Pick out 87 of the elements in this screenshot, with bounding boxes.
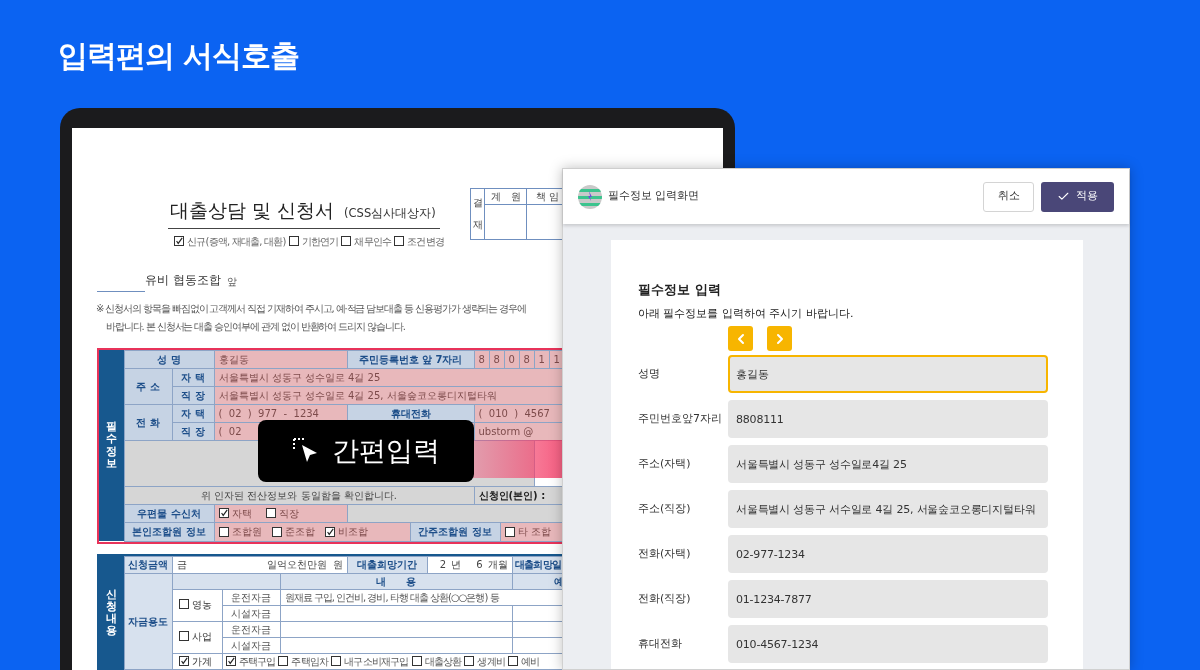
checkbox[interactable] — [394, 236, 405, 246]
checkbox-label: 생계비 — [477, 654, 505, 669]
checkbox[interactable] — [178, 631, 189, 642]
checkbox[interactable] — [218, 508, 229, 518]
input-field[interactable]: 010-4567-1234 — [728, 625, 1048, 663]
amount-value: 일억오천만원 — [266, 558, 327, 572]
input-field[interactable]: 서울특별시 성동구 서수일로 4길 25, 서울숲코오롱디지털타워 — [728, 490, 1048, 528]
row-header: 전 화 — [124, 404, 172, 440]
years-value: 2 — [439, 558, 447, 572]
checkbox-label: 주택임차 — [291, 654, 329, 669]
checkbox-label: 기한연기 — [301, 234, 339, 249]
notice-text: ※ 신청서의 항목을 빠짐없이 고객께서 직접 기재하여 주시고, 예·적금 담보대출 등 신용평가가 생략되는 경우에 — [96, 301, 528, 316]
checkbox-label: 신규(증액, 재대출, 대환) — [187, 234, 286, 249]
checkbox-label: 주택구입 — [238, 654, 276, 669]
field-label: 주소(자택) — [638, 455, 692, 472]
instruction-text: 아래 필수정보를 입력하여 주시기 바랍니다. — [638, 305, 855, 322]
column-header: 계 원 — [485, 189, 526, 205]
input-field[interactable]: 홍길동 — [728, 355, 1048, 393]
checkbox-label: 영농 — [191, 597, 212, 612]
column-header: 주민등록번호 앞 7자리 — [347, 350, 474, 368]
check-icon — [1057, 190, 1070, 203]
checkbox[interactable] — [174, 236, 184, 246]
checkbox[interactable] — [341, 236, 352, 246]
checkbox-label: 대출상환 — [424, 654, 462, 669]
checkbox[interactable] — [504, 526, 515, 537]
checkbox-label: 직장 — [278, 506, 299, 521]
checkbox-label: 내구소비재구입 — [344, 654, 409, 669]
row-header: 자금용도 — [124, 573, 172, 670]
input-field[interactable]: 8808111 — [728, 400, 1048, 438]
form-heading: 필수정보 입력 — [638, 281, 722, 299]
checkbox[interactable] — [218, 526, 229, 537]
checkbox[interactable] — [507, 656, 518, 667]
checkbox[interactable] — [278, 656, 289, 667]
approval-label: 결재 — [471, 189, 485, 239]
row-header: 신청금액 — [124, 556, 172, 573]
checkbox[interactable] — [178, 599, 189, 610]
checkbox[interactable] — [271, 526, 282, 537]
unit-label: 원 — [332, 558, 343, 572]
field-label: 주민번호앞7자리 — [638, 410, 723, 427]
checkbox-label: 조합원 — [231, 525, 262, 539]
unit-label: 개월 — [487, 558, 508, 572]
checkbox-label: 예비 — [520, 654, 540, 669]
checkbox[interactable] — [324, 526, 335, 537]
checkbox[interactable] — [464, 656, 475, 667]
document-subtitle: (CSS심사대상자) — [344, 205, 436, 223]
checkbox-label: 사업 — [191, 629, 212, 644]
addressee-suffix: 앞 — [226, 274, 237, 289]
checkbox[interactable] — [265, 508, 276, 518]
field-label: 성명 — [638, 365, 661, 382]
row-header: 주 소 — [124, 368, 172, 404]
checkbox[interactable] — [411, 656, 422, 667]
column-header: 대출희망일 — [512, 556, 562, 573]
field-label: 주소(직장) — [638, 500, 692, 517]
addressee-text: 유비 협동조합 — [145, 271, 221, 289]
field-label: 전화(직장) — [638, 590, 692, 607]
document-title: 대출상담 및 신청서 — [170, 198, 335, 223]
dialog-title: 필수정보 입력화면 — [608, 188, 700, 205]
unit-label: 년 — [451, 558, 462, 572]
field-label: 전화(자택) — [638, 545, 692, 562]
checkbox-label: 타 조합 — [517, 525, 551, 539]
section-label: 신청내용 — [99, 556, 124, 670]
checkbox-label: 준조합 — [284, 525, 315, 539]
checkbox-label: 조건변경 — [407, 234, 444, 249]
months-value: 6 — [476, 558, 483, 572]
table-cell: 홍길동 — [214, 350, 347, 368]
field-label: 휴대전화 — [638, 635, 683, 652]
app-logo-icon — [578, 184, 602, 209]
checkbox[interactable] — [288, 236, 299, 246]
checkbox-label: 자택 — [231, 506, 252, 521]
checkbox-label: 채무인수 — [354, 234, 392, 249]
column-header: 대출희망기간 — [347, 556, 428, 573]
checkbox[interactable] — [331, 656, 342, 667]
checkbox-label: 가계 — [191, 654, 212, 669]
table-cell: 신청인(본인) : — [474, 486, 562, 504]
checkbox-label: 비조합 — [337, 525, 368, 539]
section-label: 필수정보 — [99, 350, 124, 541]
input-field[interactable]: 서울특별시 성동구 성수일로4길 25 — [728, 445, 1048, 483]
cancel-button[interactable]: 취소 — [983, 181, 1034, 212]
input-field[interactable]: 01-1234-7877 — [728, 580, 1048, 618]
page-heading: 입력편의 서식호출 — [57, 37, 301, 75]
row-header: 성 명 — [124, 350, 214, 368]
checkbox[interactable] — [178, 656, 189, 666]
input-field[interactable]: 02-977-1234 — [728, 535, 1048, 573]
checkbox[interactable] — [225, 656, 236, 667]
apply-button[interactable]: 적용 — [1041, 181, 1114, 212]
notice-text: 바랍니다. 본 신청서는 대출 승인여부에 관계 없이 반환하여 드리지 않습니다. — [106, 319, 406, 334]
currency-label: 금 — [176, 558, 187, 572]
